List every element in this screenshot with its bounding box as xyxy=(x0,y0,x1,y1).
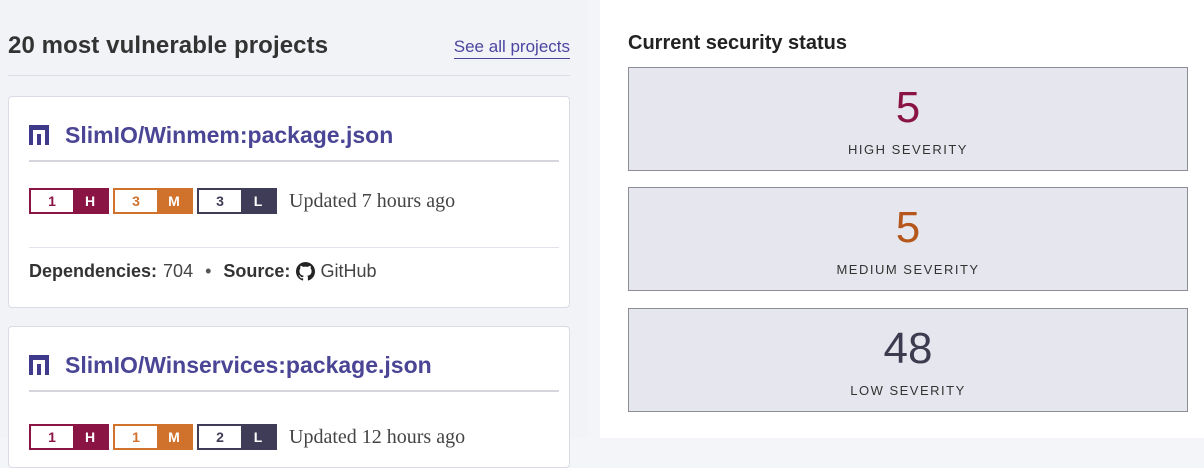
high-severity-badge: 1 H xyxy=(29,424,109,450)
project-meta: Dependencies: 704 • Source: GitHub xyxy=(29,257,376,285)
low-label: L xyxy=(241,190,275,212)
source-name: GitHub xyxy=(320,260,377,281)
low-count: 3 xyxy=(199,190,241,212)
projects-title: 20 most vulnerable projects xyxy=(8,32,329,59)
high-severity-stat: 5 HIGH SEVERITY xyxy=(628,67,1188,171)
project-name-link[interactable]: SlimIO/Winservices:package.json xyxy=(65,352,432,379)
severity-badges: 1 H 1 M 2 L Updated 12 hours ago xyxy=(29,423,465,451)
updated-timestamp: Updated 12 hours ago xyxy=(289,425,466,448)
project-title-row[interactable]: SlimIO/Winmem:package.json xyxy=(29,119,393,151)
see-all-projects-link[interactable]: See all projects xyxy=(453,37,570,59)
meta-separator: • xyxy=(205,260,212,281)
low-label: L xyxy=(241,426,275,448)
high-count: 1 xyxy=(31,190,73,212)
high-severity-label: HIGH SEVERITY xyxy=(848,142,968,157)
medium-severity-badge: 1 M xyxy=(113,424,193,450)
source-label: Source: xyxy=(223,260,291,281)
project-title-row[interactable]: SlimIO/Winservices:package.json xyxy=(29,349,432,381)
high-severity-count: 5 xyxy=(895,83,921,132)
high-count: 1 xyxy=(31,426,73,448)
medium-label: M xyxy=(157,190,191,212)
high-label: H xyxy=(73,426,107,448)
low-severity-count: 48 xyxy=(883,324,933,373)
card-divider xyxy=(29,160,559,162)
card-divider xyxy=(29,390,559,392)
low-severity-badge: 3 L xyxy=(197,188,277,214)
project-icon xyxy=(29,355,49,375)
card-divider-light xyxy=(29,247,559,248)
high-severity-badge: 1 H xyxy=(29,188,109,214)
medium-severity-stat: 5 MEDIUM SEVERITY xyxy=(628,187,1188,291)
severity-badges: 1 H 3 M 3 L Updated 7 hours ago xyxy=(29,187,455,215)
low-severity-badge: 2 L xyxy=(197,424,277,450)
low-severity-label: LOW SEVERITY xyxy=(850,383,966,398)
medium-label: M xyxy=(157,426,191,448)
medium-count: 3 xyxy=(115,190,157,212)
medium-severity-count: 5 xyxy=(895,203,921,252)
updated-timestamp: Updated 7 hours ago xyxy=(289,189,456,212)
project-icon xyxy=(29,125,49,145)
project-card: SlimIO/Winmem:package.json 1 H 3 M 3 L U… xyxy=(8,96,570,308)
project-card: SlimIO/Winservices:package.json 1 H 1 M … xyxy=(8,326,570,468)
medium-severity-badge: 3 M xyxy=(113,188,193,214)
low-count: 2 xyxy=(199,426,241,448)
github-icon xyxy=(296,261,316,281)
projects-header: 20 most vulnerable projects See all proj… xyxy=(8,32,570,76)
dependencies-label: Dependencies: xyxy=(29,260,158,281)
medium-severity-label: MEDIUM SEVERITY xyxy=(836,262,980,277)
low-severity-stat: 48 LOW SEVERITY xyxy=(628,308,1188,412)
medium-count: 1 xyxy=(115,426,157,448)
high-label: H xyxy=(73,190,107,212)
security-status-title: Current security status xyxy=(628,32,847,54)
dependencies-count: 704 xyxy=(163,260,194,281)
header-divider xyxy=(8,75,570,76)
project-name-link[interactable]: SlimIO/Winmem:package.json xyxy=(65,122,393,149)
